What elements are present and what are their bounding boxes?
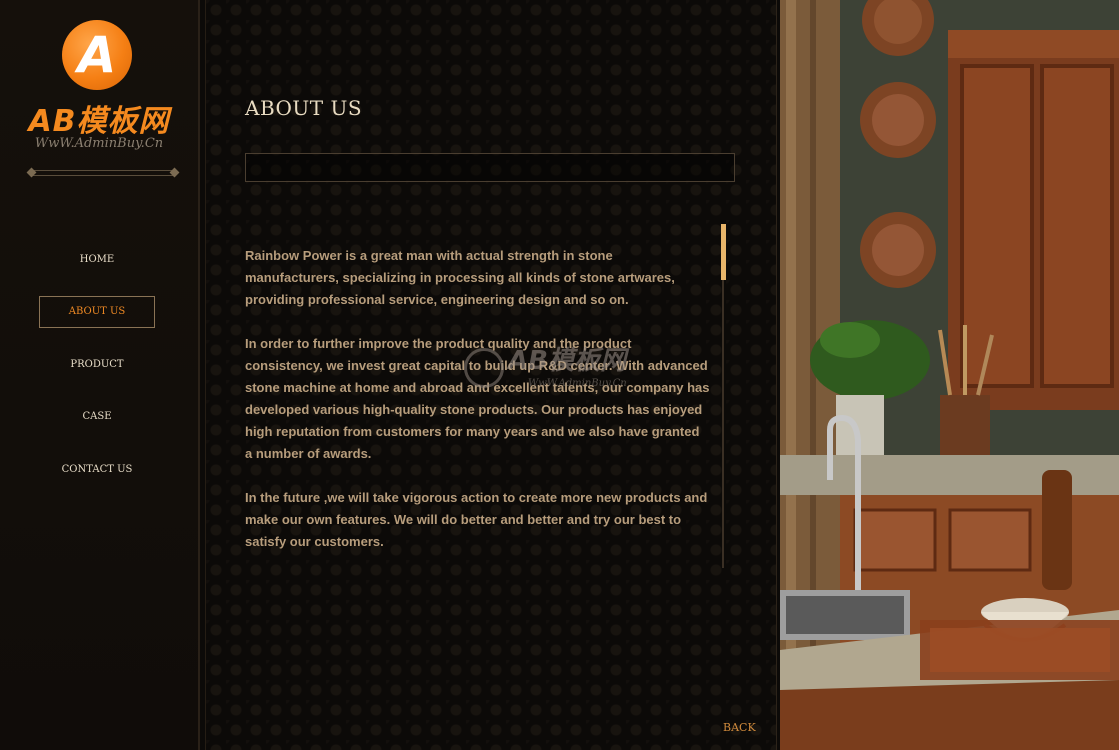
watermark-url: WwW.AdminBuy.Cn [528, 378, 627, 389]
subtitle-box [245, 153, 735, 182]
nav-item-contact-us[interactable]: CONTACT US [39, 454, 155, 486]
page: A AB模板网 WwW.AdminBuy.Cn HOME ABOUT US PR… [0, 0, 1119, 750]
sidebar: A AB模板网 WwW.AdminBuy.Cn HOME ABOUT US PR… [0, 0, 200, 750]
sidebar-divider [26, 167, 180, 178]
about-text-scroll-area[interactable]: Rainbow Power is a great man with actual… [245, 245, 710, 567]
kitchen-photo [780, 0, 1119, 750]
page-title: ABOUT US [245, 96, 363, 120]
logo-letter: A [77, 26, 117, 84]
logo-text: AB模板网 [28, 104, 170, 139]
content-panel: ABOUT US Rainbow Power is a great man wi… [205, 0, 777, 750]
watermark-text: AB模板网 [508, 346, 626, 376]
watermark: AB模板网 WwW.AdminBuy.Cn [464, 338, 664, 398]
nav-item-about-us[interactable]: ABOUT US [39, 296, 155, 328]
nav-item-home[interactable]: HOME [39, 244, 155, 276]
logo-url: WwW.AdminBuy.Cn [34, 136, 164, 151]
kitchen-illustration [780, 0, 1119, 750]
nav-item-case[interactable]: CASE [39, 401, 155, 433]
watermark-logo-icon [464, 348, 504, 388]
back-link[interactable]: BACK [723, 721, 756, 734]
scrollbar-thumb[interactable] [721, 224, 726, 280]
nav-item-product[interactable]: PRODUCT [39, 349, 155, 381]
logo[interactable]: A AB模板网 WwW.AdminBuy.Cn [10, 18, 188, 158]
paragraph: In the future ,we will take vigorous act… [245, 490, 708, 549]
paragraph: Rainbow Power is a great man with actual… [245, 248, 675, 307]
